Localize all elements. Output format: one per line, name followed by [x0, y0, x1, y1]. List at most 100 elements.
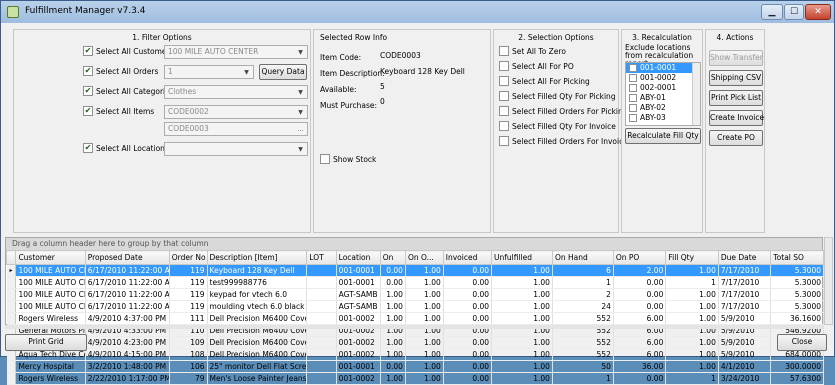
selection-option-checkbox[interactable] — [499, 136, 509, 146]
print-pick-list-button[interactable]: Print Pick List — [709, 90, 763, 106]
table-cell[interactable]: 1.00 — [665, 300, 719, 313]
column-header[interactable]: Proposed Date — [84, 250, 170, 265]
locations-combo[interactable]: ▼ — [164, 142, 308, 156]
minimize-button[interactable]: ▁ — [761, 4, 783, 20]
table-cell[interactable]: 100 MILE AUTO CENTER — [15, 276, 86, 289]
table-cell[interactable]: 1.00 — [665, 348, 719, 361]
location-list-item[interactable]: ABY-03 — [626, 113, 700, 123]
table-cell[interactable]: 24 — [552, 300, 614, 313]
column-header[interactable]: On O... — [404, 250, 444, 265]
table-cell[interactable]: 1.00 — [405, 348, 444, 361]
create-invoice-button[interactable]: Create Invoice — [709, 110, 764, 126]
column-header[interactable]: On Hand — [551, 250, 614, 265]
column-header[interactable]: On — [379, 250, 406, 265]
table-cell[interactable]: 1.00 — [491, 348, 553, 361]
table-cell[interactable]: 0.00 — [443, 312, 493, 325]
table-cell[interactable]: 001-0001 — [336, 264, 381, 277]
table-cell[interactable]: Dell Precision M6400 Covet — [207, 336, 308, 349]
table-cell[interactable]: 1.00 — [491, 288, 553, 301]
row-indicator[interactable] — [6, 276, 17, 289]
print-grid-button[interactable]: Print Grid — [5, 334, 87, 351]
table-cell[interactable]: 4/9/2010 4:37:00 PM — [85, 312, 170, 325]
table-cell[interactable]: 1.00 — [405, 372, 444, 385]
table-cell[interactable] — [306, 348, 337, 361]
location-checkbox[interactable] — [629, 64, 637, 72]
table-cell[interactable]: 0.00 — [443, 264, 493, 277]
row-indicator[interactable] — [6, 288, 17, 301]
table-cell[interactable]: 1 — [665, 372, 719, 385]
table-cell[interactable] — [306, 276, 337, 289]
table-cell[interactable]: 1.00 — [491, 372, 553, 385]
row-indicator[interactable] — [6, 360, 17, 373]
table-cell[interactable]: 0.00 — [380, 276, 406, 289]
show-transfer-button[interactable]: Show Transfer — [709, 50, 763, 66]
categories-combo[interactable]: Clothes ▼ — [164, 85, 308, 99]
table-cell[interactable]: 6.00 — [613, 312, 667, 325]
table-cell[interactable]: 1.00 — [491, 312, 553, 325]
selection-option-checkbox[interactable] — [499, 76, 509, 86]
table-cell[interactable]: 0.00 — [443, 372, 493, 385]
table-cell[interactable]: 6/17/2010 11:22:00 AM — [85, 264, 170, 277]
table-cell[interactable]: 1.00 — [380, 336, 406, 349]
table-cell[interactable]: 0.00 — [613, 276, 667, 289]
table-cell[interactable]: 1.00 — [665, 360, 719, 373]
table-cell[interactable]: 111 — [169, 312, 208, 325]
selection-option-checkbox[interactable] — [499, 121, 509, 131]
selection-option-checkbox[interactable] — [499, 46, 509, 56]
table-cell[interactable]: 001-0002 — [336, 348, 381, 361]
table-cell[interactable] — [306, 264, 337, 277]
column-header[interactable]: Invoiced — [442, 250, 493, 265]
table-cell[interactable] — [306, 300, 337, 313]
table-cell[interactable]: 300.0000 — [770, 360, 824, 373]
table-cell[interactable]: 79 — [169, 372, 208, 385]
location-checkbox[interactable] — [629, 94, 637, 102]
close-button[interactable]: Close — [777, 334, 827, 351]
column-header[interactable]: Description [Item] — [206, 250, 308, 265]
table-cell[interactable]: 1 — [552, 276, 614, 289]
select-all-items-checkbox[interactable]: ✔ — [83, 106, 93, 116]
table-cell[interactable]: 6.00 — [613, 348, 667, 361]
table-cell[interactable]: 0.00 — [380, 264, 406, 277]
table-cell[interactable]: moulding vtech 6.0 black — [207, 300, 308, 313]
table-cell[interactable]: keypad for vtech 6.0 — [207, 288, 308, 301]
table-row[interactable]: 100 MILE AUTO CENTER6/17/2010 11:22:00 A… — [6, 300, 824, 313]
location-checkbox[interactable] — [629, 74, 637, 82]
table-cell[interactable]: 1.00 — [380, 312, 406, 325]
table-cell[interactable]: 6/17/2010 11:22:00 AM — [85, 300, 170, 313]
table-cell[interactable]: 1.00 — [405, 300, 444, 313]
location-checkbox[interactable] — [629, 114, 637, 122]
location-list-item[interactable]: ABY-02 — [626, 103, 700, 113]
table-cell[interactable]: 0.00 — [613, 300, 667, 313]
recalculate-fill-qty-button[interactable]: Recalculate Fill Qty — [625, 128, 701, 144]
table-cell[interactable]: 1.00 — [665, 264, 719, 277]
table-cell[interactable]: 36.00 — [613, 360, 667, 373]
table-cell[interactable]: 1.00 — [405, 264, 444, 277]
table-cell[interactable]: 1 — [665, 276, 719, 289]
table-cell[interactable]: 5/9/2010 — [718, 336, 772, 349]
table-cell[interactable]: 119 — [169, 276, 208, 289]
table-cell[interactable]: 001-0002 — [336, 336, 381, 349]
column-header[interactable]: Unfulfilled — [491, 250, 553, 265]
table-cell[interactable]: 1.00 — [405, 312, 444, 325]
query-data-button[interactable]: Query Data — [259, 64, 307, 80]
table-cell[interactable]: 1.00 — [491, 336, 553, 349]
table-cell[interactable]: 552 — [552, 336, 614, 349]
table-cell[interactable]: 3/24/2010 — [718, 372, 772, 385]
table-row[interactable]: 100 MILE AUTO CENTER6/17/2010 11:22:00 A… — [6, 288, 824, 301]
table-cell[interactable]: 109 — [169, 336, 208, 349]
column-header[interactable]: Total SO — [770, 250, 824, 265]
table-cell[interactable]: 50 — [552, 360, 614, 373]
column-header[interactable]: On PO — [612, 250, 667, 265]
table-cell[interactable]: 7/17/2010 — [718, 300, 772, 313]
table-cell[interactable]: 1.00 — [665, 336, 719, 349]
table-row[interactable]: Rogers Wireless 2/22/2010 1:17:00 PM 79 Men… — [6, 372, 824, 385]
table-cell[interactable]: 1.00 — [380, 300, 406, 313]
table-cell[interactable]: 1.00 — [405, 360, 444, 373]
table-cell[interactable]: Keyboard 128 Key Dell — [207, 264, 308, 277]
table-cell[interactable]: test999988776 — [207, 276, 308, 289]
row-indicator[interactable] — [6, 300, 17, 313]
location-checkbox[interactable] — [629, 84, 637, 92]
column-header[interactable]: Customer — [15, 250, 86, 265]
table-cell[interactable]: 100 MILE AUTO CENTER — [15, 300, 86, 313]
table-cell[interactable]: Dell Precision M6400 Covet — [207, 312, 308, 325]
